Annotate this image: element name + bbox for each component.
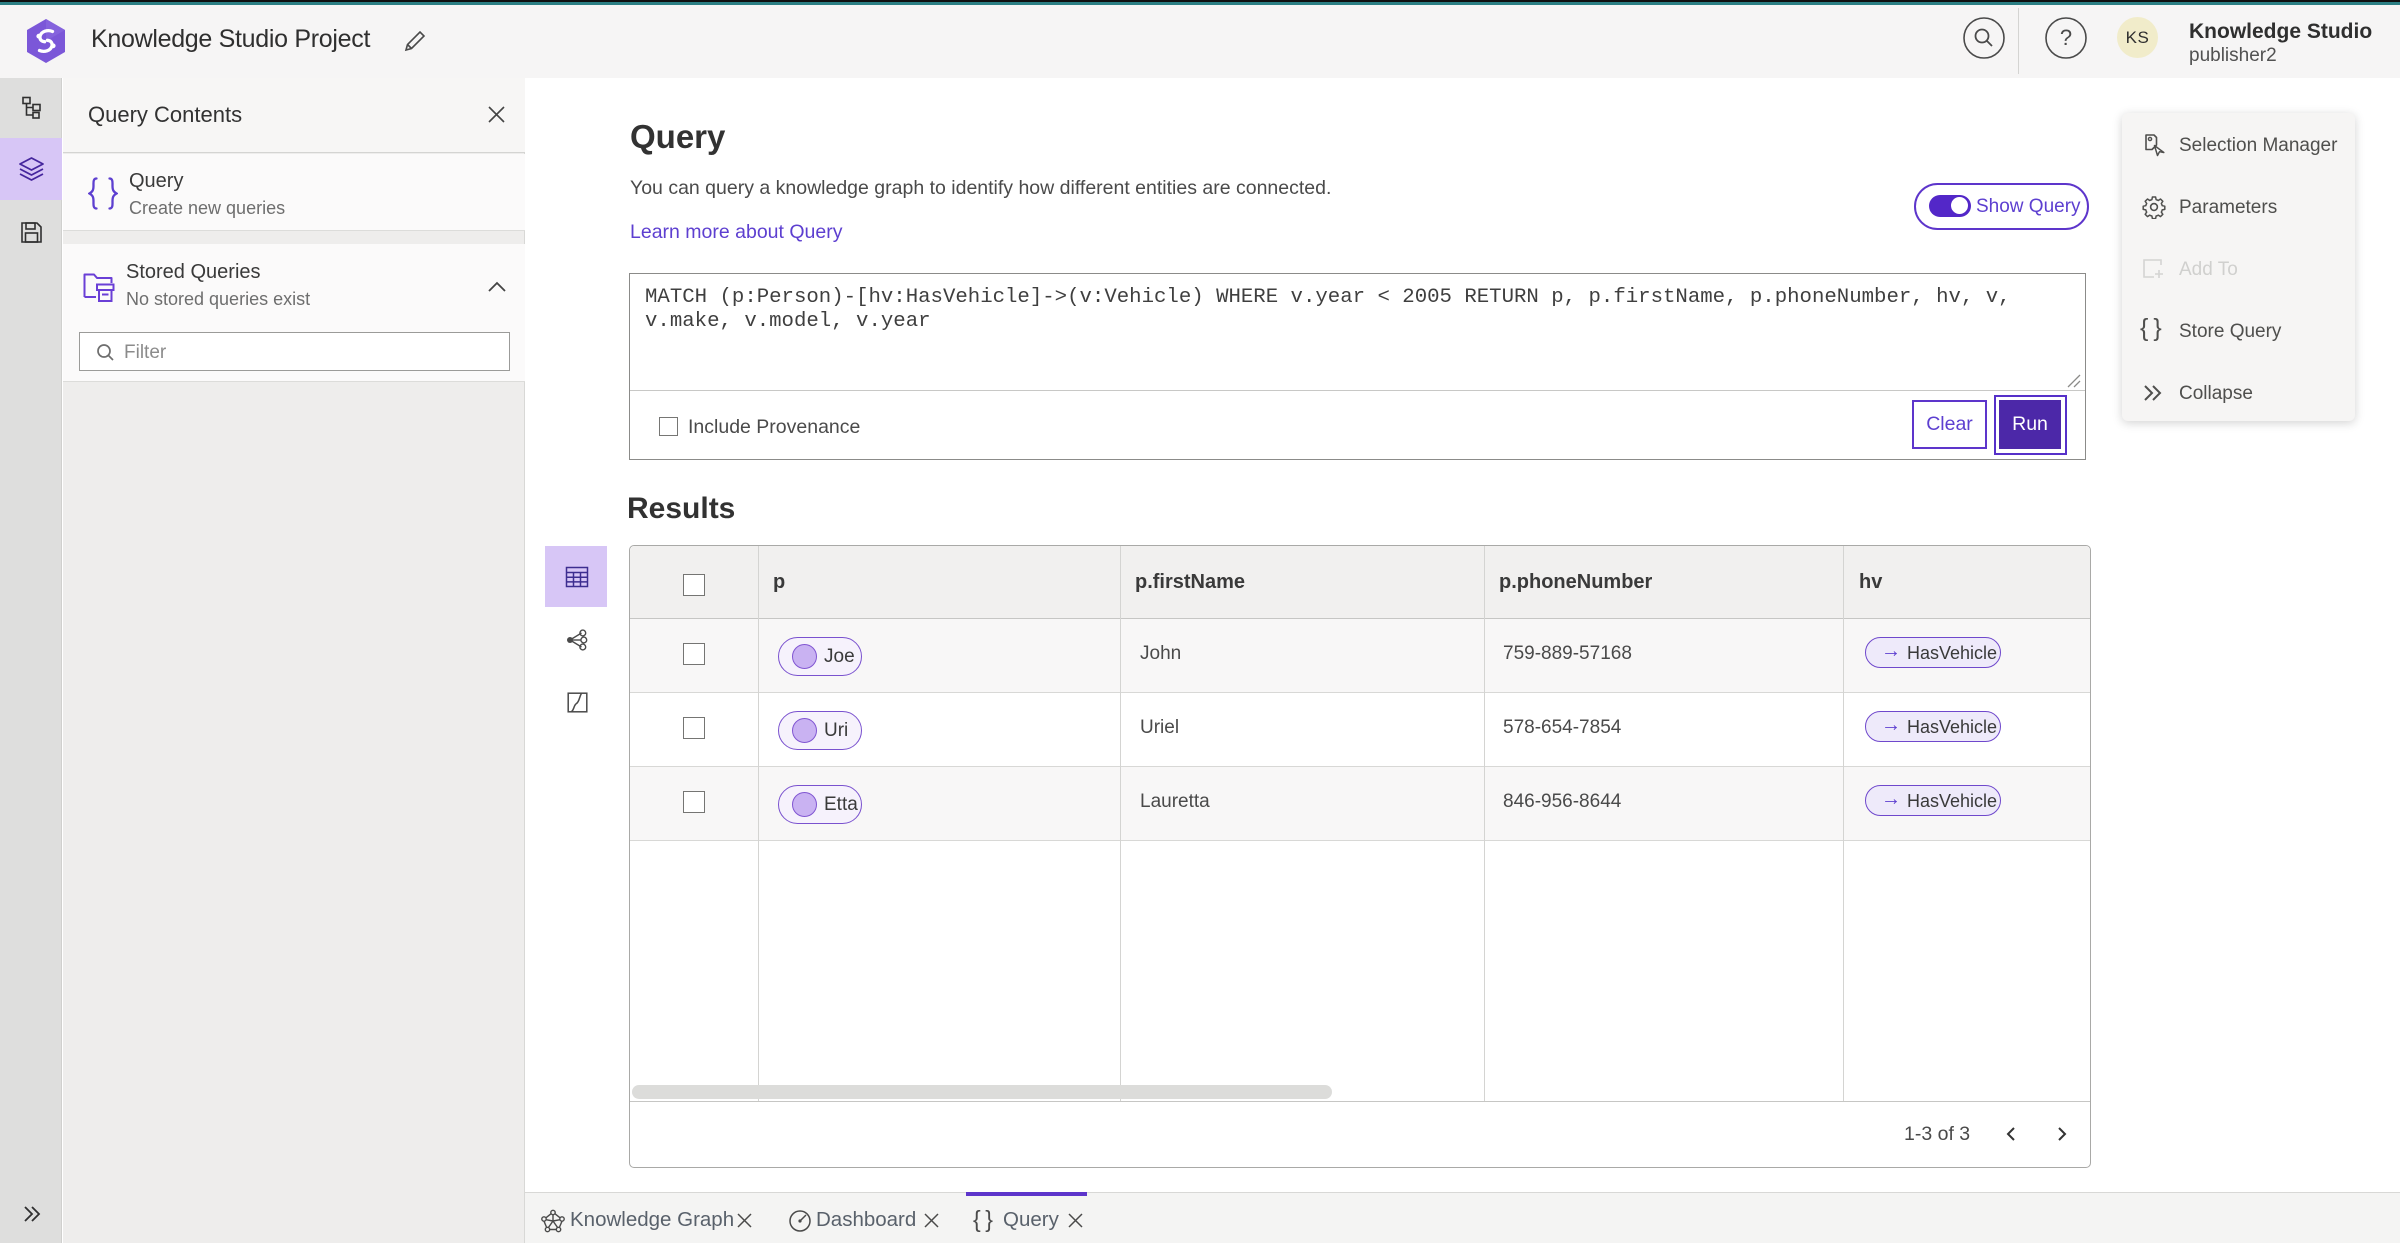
svg-text:?: ? [2060, 25, 2072, 50]
